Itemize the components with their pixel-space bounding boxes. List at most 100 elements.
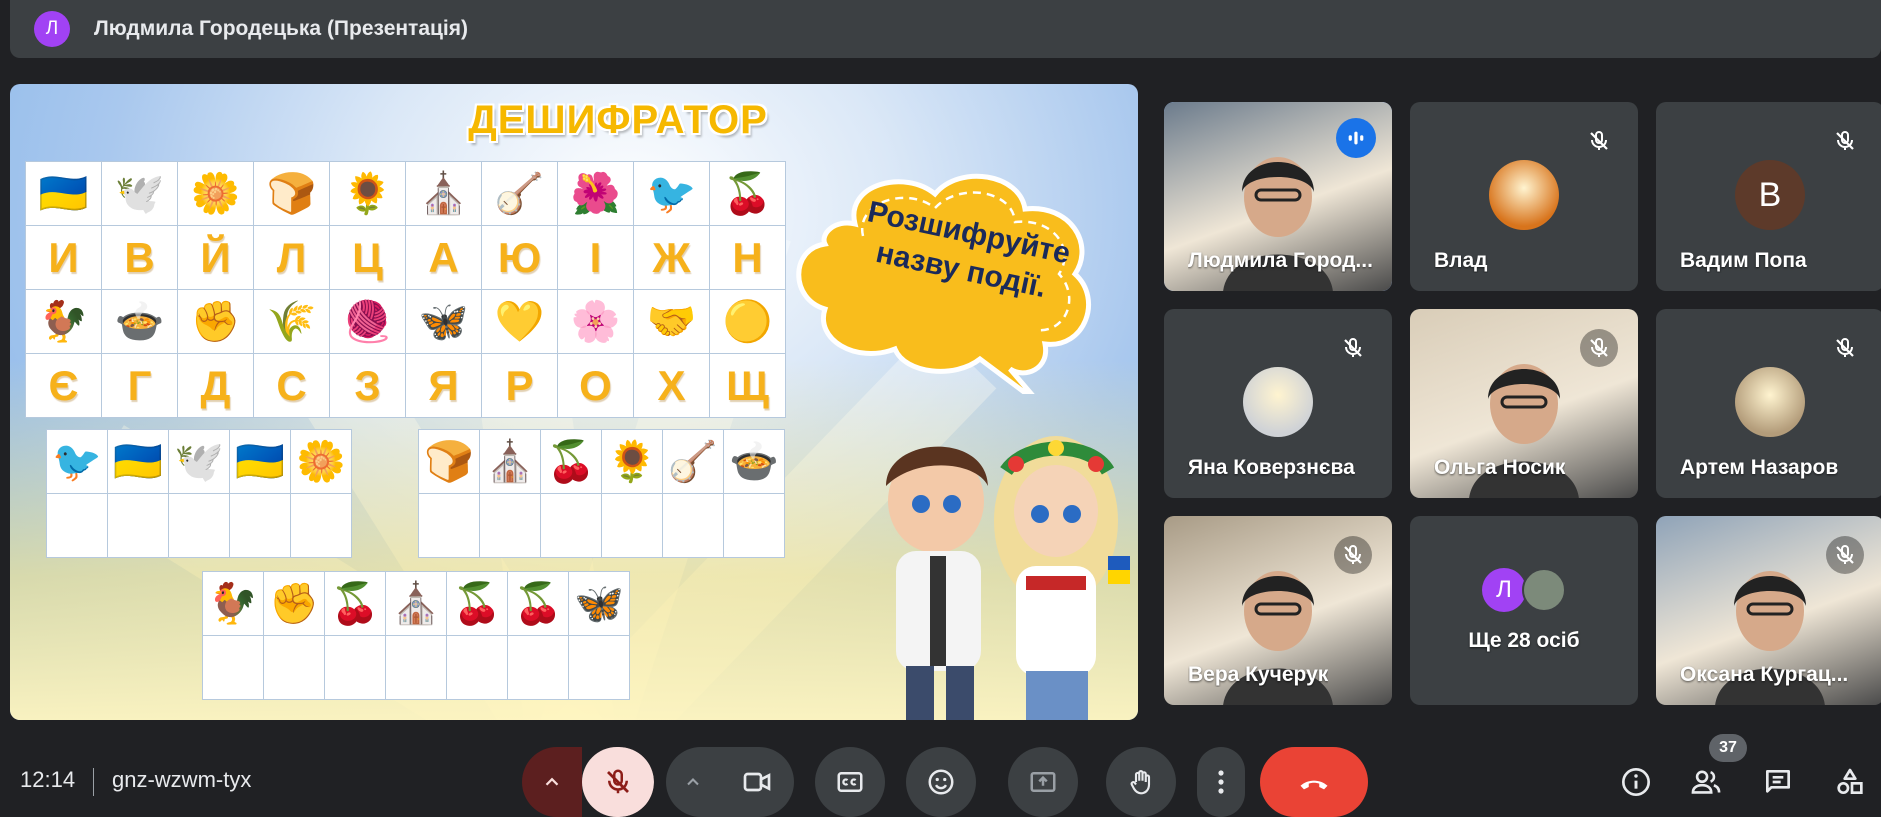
- cipher-picture: 🌾: [253, 289, 330, 354]
- reactions-button[interactable]: [906, 747, 976, 817]
- participant-tile[interactable]: Артем Назаров: [1656, 309, 1881, 498]
- picture-glyph: ⛪: [485, 439, 535, 484]
- picture-glyph: 🌻: [607, 439, 657, 484]
- participant-tile[interactable]: Влад: [1410, 102, 1638, 291]
- puzzle-word-1: 🐦 🇺🇦 🕊️ 🇺🇦 🌼: [46, 429, 352, 558]
- cipher-picture: 💛: [481, 289, 558, 354]
- mic-options-button[interactable]: [522, 747, 582, 817]
- cipher-picture: 🇺🇦: [107, 429, 169, 494]
- leave-call-button[interactable]: [1260, 747, 1368, 817]
- cipher-picture: 🌻: [329, 161, 406, 226]
- participant-tile[interactable]: Людмила Город...: [1164, 102, 1392, 291]
- picture-row-2: 🐓 🍲 ✊ 🌾 🧶 🦋 💛 🌸 🤝 🟡: [25, 289, 786, 354]
- puzzle-word-3: 🐓 ✊ 🍒 ⛪ 🍒 🍒 🦋: [202, 571, 630, 700]
- cipher-picture: 🍒: [507, 571, 569, 636]
- letter-text: Ю: [497, 233, 542, 281]
- cipher-picture: 🍒: [709, 161, 786, 226]
- answer-cell: [168, 493, 230, 558]
- cipher-letter: С: [253, 353, 330, 418]
- chat-icon: [1766, 770, 1790, 793]
- picture-row-1: 🇺🇦 🕊️ 🌼 🍞 🌻 ⛪ 🪕 🌺 🐦 🍒: [25, 161, 786, 226]
- letter-text: Д: [200, 361, 231, 409]
- participant-tile[interactable]: Ольга Носик: [1410, 309, 1638, 498]
- meeting-code: gnz-wzwm-tyx: [112, 767, 252, 792]
- clock: 12:14: [20, 767, 76, 792]
- participant-name: Вера Кучерук: [1188, 663, 1329, 686]
- speaking-indicator: [1336, 118, 1376, 158]
- picture-glyph: 🕊️: [174, 439, 224, 484]
- cipher-picture: 🐦: [46, 429, 108, 494]
- hand-icon: [1130, 770, 1151, 795]
- letter-text: Г: [127, 361, 152, 409]
- cipher-picture: 🍒: [324, 571, 386, 636]
- more-options-button[interactable]: [1197, 747, 1245, 817]
- picture-glyph: 🍲: [114, 299, 165, 344]
- cipher-letter: Ж: [633, 225, 710, 290]
- picture-glyph: 🍒: [546, 439, 596, 484]
- letter-text: Щ: [726, 361, 769, 409]
- info-icon: [1622, 768, 1650, 796]
- letter-text: И: [48, 233, 79, 281]
- mic-off-icon: [1590, 338, 1608, 357]
- present-screen-icon: [1030, 772, 1056, 792]
- cipher-letter: А: [405, 225, 482, 290]
- participant-tile[interactable]: В Вадим Попа: [1656, 102, 1881, 291]
- camera-toggle-button[interactable]: [720, 747, 794, 817]
- mic-off-icon: [607, 769, 629, 794]
- cipher-picture: 🌸: [557, 289, 634, 354]
- muted-indicator: [1826, 122, 1864, 160]
- letter-text: Х: [657, 361, 686, 409]
- captions-button[interactable]: [815, 747, 885, 817]
- mic-toggle-button[interactable]: [582, 747, 654, 817]
- cipher-picture: 🍞: [253, 161, 330, 226]
- cipher-letter: Ю: [481, 225, 558, 290]
- microphone-control: [522, 747, 654, 817]
- cipher-picture: 🌺: [557, 161, 634, 226]
- muted-indicator: [1826, 329, 1864, 367]
- muted-indicator: [1334, 329, 1372, 367]
- letter-text: Ж: [652, 233, 691, 281]
- closed-captions-icon: [837, 772, 863, 792]
- presenter-bar: Л Людмила Городецька (Презентація): [10, 0, 1881, 58]
- meeting-info-button[interactable]: [1614, 760, 1658, 804]
- answer-cell: [723, 493, 785, 558]
- participant-tile[interactable]: Вера Кучерук: [1164, 516, 1392, 705]
- raise-hand-button[interactable]: [1106, 747, 1176, 817]
- cipher-letter: О: [557, 353, 634, 418]
- camera-options-button[interactable]: [666, 747, 720, 817]
- emoji-smile-icon: [928, 769, 954, 795]
- picture-glyph: ⛪: [391, 581, 441, 626]
- present-screen-button[interactable]: [1008, 747, 1078, 817]
- divider: [93, 768, 94, 796]
- mic-off-icon: [1836, 545, 1854, 564]
- participant-name: Яна Коверзнєва: [1188, 456, 1355, 479]
- activities-button[interactable]: [1828, 760, 1872, 804]
- chat-button[interactable]: [1756, 760, 1800, 804]
- letter-text: І: [589, 233, 602, 281]
- presenter-avatar: Л: [34, 11, 70, 47]
- picture-glyph: 🐓: [38, 299, 89, 344]
- answer-cell: [479, 493, 541, 558]
- cipher-letter: Н: [709, 225, 786, 290]
- picture-glyph: 🌼: [296, 439, 346, 484]
- cipher-picture: ✊: [177, 289, 254, 354]
- slide-title: ДЕШИФРАТОР: [468, 98, 768, 142]
- cipher-letter: Ц: [329, 225, 406, 290]
- answer-cell: [662, 493, 724, 558]
- letter-text: О: [579, 361, 612, 409]
- cipher-table: 🇺🇦 🕊️ 🌼 🍞 🌻 ⛪ 🪕 🌺 🐦 🍒 ИВЙЛЦАЮІ ЖН 🐓 🍲 ✊ 🌾 🧶 🦋 💛 🌸 🤝 🟡 ЄГДСЗ…: [25, 161, 786, 418]
- participant-tile[interactable]: Л Ще 28 осіб: [1410, 516, 1638, 705]
- letter-text: Й: [200, 233, 231, 281]
- muted-indicator: [1580, 329, 1618, 367]
- participant-tile[interactable]: Оксана Кургац...: [1656, 516, 1881, 705]
- chevron-up-icon: [545, 777, 559, 786]
- participant-tile[interactable]: Яна Коверзнєва: [1164, 309, 1392, 498]
- letter-text: С: [276, 361, 307, 409]
- presentation-slide: ДЕШИФРАТОР 🇺🇦 🕊️ 🌼 🍞 🌻 ⛪ 🪕 🌺 🐦 🍒 ИВЙЛЦАЮІЖН 🐓 🍲 ✊ 🌾 🧶…: [10, 84, 1138, 720]
- cipher-picture: 🐓: [25, 289, 102, 354]
- answer-cell: [418, 493, 480, 558]
- people-button[interactable]: [1684, 760, 1728, 804]
- cipher-picture: ⛪: [405, 161, 482, 226]
- picture-glyph: 🌸: [570, 299, 621, 344]
- puzzle-word-2: 🍞 ⛪ 🍒 🌻 🪕 🍲: [418, 429, 785, 558]
